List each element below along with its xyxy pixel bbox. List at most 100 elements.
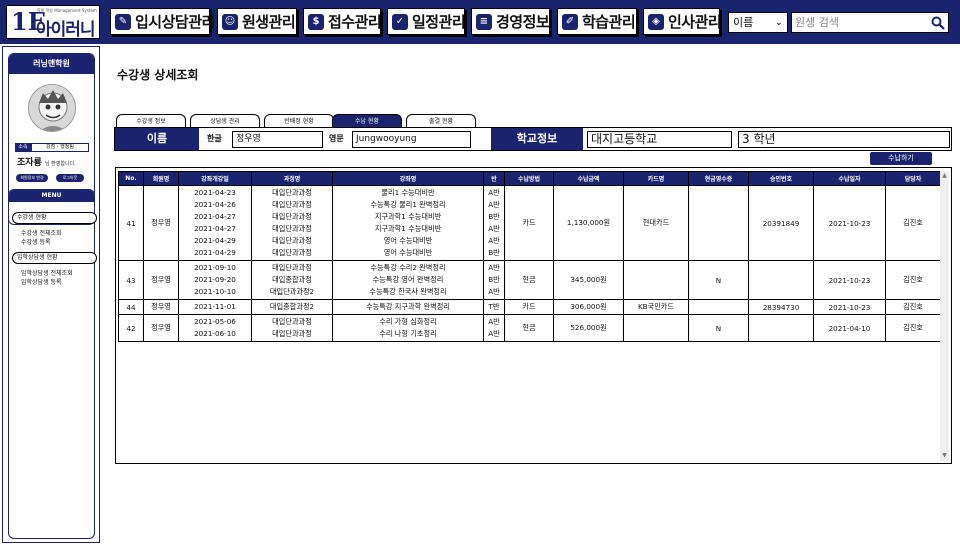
col-course: 과정명 (251, 171, 333, 186)
nav-schedule-button[interactable]: ✓ 일정관리 (387, 8, 466, 35)
name-label: 이름 (115, 128, 199, 150)
course-line: 대입단과과정 (272, 188, 312, 197)
search-button[interactable] (928, 13, 948, 32)
tab-counseling[interactable]: 상담생 관리 (190, 114, 260, 128)
lecture-line: 수능특강 물리1 완벽정리 (370, 200, 446, 209)
course-line: 대입단과과정 (272, 329, 312, 338)
nav-learning-button[interactable]: ✐ 학습관리 (557, 8, 637, 35)
lecture-line: 수능특강 영어 완벽정리 (372, 275, 444, 284)
start-date-line: 2021-09-20 (194, 275, 236, 284)
table-row[interactable]: 43 정우영 2021-09-10 2021-09-20 2021-10-10 대입단과과… (118, 260, 941, 300)
cell-approval (748, 314, 814, 342)
course-line: 대입단과과정 (272, 236, 312, 245)
col-manager: 담당자 (885, 171, 941, 186)
lecture-line: 수능특강 수리2 완벽정리 (370, 263, 446, 272)
lecture-line: 영어 수능대비반 (383, 248, 433, 257)
class-line: T반 (488, 302, 500, 311)
cell-class: A반 A반 B반 A반 A반 B반 (483, 185, 505, 261)
nav-registration-button[interactable]: $ 접수관리 (303, 8, 382, 35)
role-key: 소속 (15, 143, 31, 152)
school-field[interactable]: 대지고등학교 (587, 131, 732, 148)
search-input[interactable] (795, 15, 925, 30)
cell-lecture: 수능특강 수리2 완벽정리 수능특강 영어 완벽정리 수능특강 한국사 완벽정리 (332, 260, 484, 300)
cell-member: 정우영 (143, 299, 179, 315)
english-name-field[interactable]: Jungwooyung (352, 131, 471, 148)
class-line: A반 (488, 329, 500, 338)
table-row[interactable]: 42 정우영 2021-05-06 2021-06-10 대입단과과정 대입단과과정 수리 … (118, 314, 941, 342)
table-row[interactable]: 44 정우영 2021-11-01 대입종합과정2 수능특강 지구과학 완벽정리 T반 카드… (118, 299, 941, 315)
cell-card: 현대카드 (623, 185, 689, 261)
search-filter-value: 이름 (733, 16, 754, 29)
menu-panel: MENU 수강생 현황 수강생 전체조회 수강생 등록 입학상담생 현황 입학상… (8, 189, 97, 539)
cell-start-date: 2021-09-10 2021-09-20 2021-10-10 (178, 260, 252, 300)
nav-students-button[interactable]: ☺ 원생관리 (217, 8, 297, 35)
menu-item-applicant-list[interactable]: 입학상담생 전체조회 (21, 268, 73, 277)
cell-card (623, 314, 689, 342)
cell-course: 대입단과과정 대입종합과정 대입단과과정2 (251, 260, 333, 300)
cell-class: T반 (483, 299, 505, 315)
menu-group-students[interactable]: 수강생 현황 (12, 212, 97, 224)
cell-paid-date: 2021-10-23 (813, 299, 886, 315)
menu-title: MENU (9, 190, 94, 202)
menu-item-student-list[interactable]: 수강생 전체조회 (21, 228, 62, 237)
start-date-line: 2021-06-10 (194, 329, 236, 338)
cell-approval: 20391849 (748, 185, 814, 261)
tab-payment[interactable]: 수납 현황 (332, 114, 402, 128)
cell-receipt (688, 185, 749, 261)
app-logo[interactable]: 1E 학원 학원 Management System 아이러니 (6, 5, 100, 40)
cell-class: A반 B반 A반 (483, 260, 505, 300)
course-line: 대입단과과정 (272, 200, 312, 209)
cell-method: 현금 (504, 314, 554, 342)
grade-field[interactable]: 3 학년 (738, 131, 950, 148)
class-line: B반 (488, 248, 500, 257)
start-date-line: 2021-04-23 (194, 188, 236, 197)
cell-no: 43 (118, 260, 144, 300)
menu-item-student-register[interactable]: 수강생 등록 (21, 237, 51, 246)
cell-no: 42 (118, 314, 144, 342)
cell-lecture: 수능특강 지구과학 완벽정리 (332, 299, 484, 315)
nav-label: 학습관리 (582, 13, 636, 31)
menu-item-applicant-register[interactable]: 입학상담생 등록 (21, 277, 62, 286)
cell-method: 현금 (504, 260, 554, 300)
nav-label: 입시상담관리 (135, 13, 215, 31)
edit-profile-button[interactable]: 회원정보 변경 (16, 174, 48, 182)
nav-hr-button[interactable]: ◈ 인사관리 (643, 8, 722, 35)
avatar (28, 84, 76, 132)
cell-no: 41 (118, 185, 144, 261)
start-date-line: 2021-11-01 (194, 302, 236, 311)
english-label: 영문 (329, 134, 344, 143)
scroll-down-icon[interactable]: ▼ (940, 451, 949, 461)
tab-class-assignment[interactable]: 반배정 현황 (264, 114, 334, 128)
lecture-line: 지구과학1 수능대비반 (374, 212, 442, 221)
start-date-line: 2021-04-29 (194, 236, 236, 245)
tab-student-info[interactable]: 수강생 정보 (116, 114, 186, 128)
cell-method: 카드 (504, 299, 554, 315)
menu-group-applicants[interactable]: 입학상담생 현황 (12, 252, 97, 264)
table-row[interactable]: 41 정우영 2021-04-23 2021-04-26 2021-04-27 2021-… (118, 185, 941, 261)
course-line: 대입단과과정 (272, 224, 312, 233)
table-scrollbar[interactable]: ▲ ▼ (940, 171, 949, 461)
nav-management-button[interactable]: ≡ 경영정보 (471, 8, 550, 35)
col-amount: 수납금액 (553, 171, 624, 186)
class-line: A반 (488, 317, 500, 326)
korean-name-field[interactable]: 정우영 (232, 131, 323, 148)
nav-label: 원생관리 (242, 13, 296, 31)
school-label: 학교정보 (491, 128, 583, 150)
pay-button[interactable]: 수납하기 (870, 152, 932, 165)
class-line: A반 (488, 287, 500, 296)
edit-icon: ✐ (562, 13, 578, 30)
nav-label: 일정관리 (412, 13, 466, 31)
start-date-line: 2021-04-27 (194, 212, 236, 221)
scroll-up-icon[interactable]: ▲ (940, 171, 949, 181)
report-icon: ≡ (476, 13, 492, 30)
cell-member: 정우영 (143, 314, 179, 342)
col-start-date: 강좌개강일 (178, 171, 252, 186)
nav-counseling-button[interactable]: ✎ 입시상담관리 (110, 8, 215, 35)
class-line: A반 (488, 200, 500, 209)
chevron-down-icon: ⌄ (774, 17, 783, 28)
lecture-line: 지구과학1 수능대비반 (374, 224, 442, 233)
logout-button[interactable]: 로그아웃 (56, 174, 84, 182)
role-value: 강점 - 행정팀 (31, 143, 89, 152)
search-filter-select[interactable]: 이름 ⌄ (728, 12, 788, 33)
tab-attendance[interactable]: 출결 현황 (406, 114, 476, 128)
